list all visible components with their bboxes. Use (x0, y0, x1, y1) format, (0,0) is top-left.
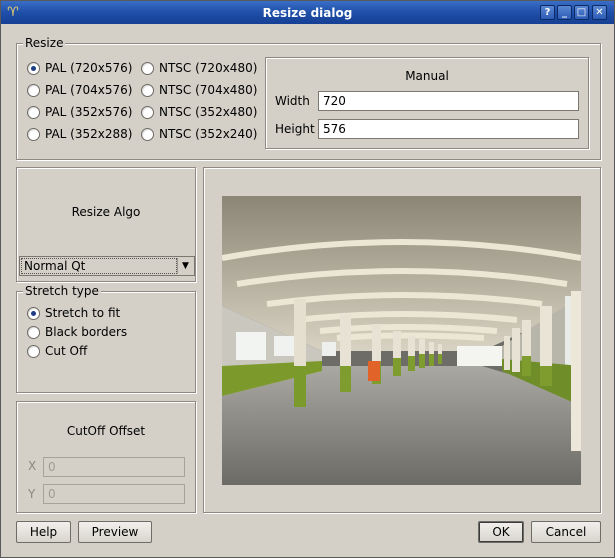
help-title-button[interactable]: ? (540, 5, 555, 20)
radio-ntsc-352x240[interactable]: NTSC (352x240) (141, 126, 257, 142)
radio-label: PAL (704x576) (45, 83, 133, 97)
radio-label: NTSC (704x480) (159, 83, 258, 97)
width-field[interactable]: 720 (318, 91, 579, 111)
cancel-button[interactable]: Cancel (531, 521, 601, 543)
resize-dialog-window: ♈ Resize dialog ? _ □ ✕ Resize PAL (720x… (0, 0, 615, 558)
resize-algo-select[interactable]: Normal Qt ▼ (19, 256, 195, 276)
ok-button[interactable]: OK (478, 521, 524, 543)
window-title: Resize dialog (262, 6, 353, 20)
radio-label: PAL (352x288) (45, 127, 133, 141)
minimize-button[interactable]: _ (557, 5, 572, 20)
radio-pal-720x576[interactable]: PAL (720x576) (27, 60, 132, 76)
radio-label: PAL (352x576) (45, 105, 133, 119)
radio-indicator[interactable] (141, 105, 154, 119)
cutoff-x-field[interactable]: 0 (43, 457, 185, 477)
radio-label: NTSC (352x480) (159, 105, 258, 119)
radio-label: Black borders (45, 325, 128, 339)
radio-indicator[interactable] (141, 83, 154, 97)
stretch-type-legend: Stretch type (23, 284, 101, 298)
radio-ntsc-352x480[interactable]: NTSC (352x480) (141, 104, 257, 120)
radio-indicator[interactable] (27, 344, 40, 358)
help-button[interactable]: Help (16, 521, 71, 543)
radio-stretch-to-fit[interactable]: Stretch to fit (27, 305, 120, 321)
radio-pal-352x288[interactable]: PAL (352x288) (27, 126, 132, 142)
radio-label: NTSC (352x240) (159, 127, 258, 141)
radio-label: NTSC (720x480) (159, 61, 258, 75)
height-label: Height (275, 122, 315, 136)
radio-indicator[interactable] (27, 83, 40, 97)
radio-label: PAL (720x576) (45, 61, 133, 75)
cutoff-offset-title: CutOff Offset (66, 424, 146, 438)
cutoff-y-field[interactable]: 0 (43, 484, 185, 504)
preview-image (222, 196, 581, 485)
preview-button[interactable]: Preview (78, 521, 152, 543)
radio-black-borders[interactable]: Black borders (27, 324, 127, 340)
radio-pal-704x576[interactable]: PAL (704x576) (27, 82, 132, 98)
radio-indicator[interactable] (27, 325, 40, 339)
resize-legend: Resize (23, 36, 66, 50)
warehouse-photo (222, 196, 581, 485)
maximize-button[interactable]: □ (574, 5, 589, 20)
height-field[interactable]: 576 (318, 119, 579, 139)
radio-pal-352x576[interactable]: PAL (352x576) (27, 104, 132, 120)
radio-label: Stretch to fit (45, 306, 121, 320)
chevron-down-icon[interactable]: ▼ (177, 258, 193, 274)
radio-indicator[interactable] (27, 127, 40, 141)
cutoff-x-label: X (28, 459, 37, 473)
radio-indicator[interactable] (27, 306, 40, 320)
radio-indicator[interactable] (141, 127, 154, 141)
radio-ntsc-720x480[interactable]: NTSC (720x480) (141, 60, 257, 76)
radio-indicator[interactable] (27, 61, 40, 75)
radio-cut-off[interactable]: Cut Off (27, 343, 87, 359)
width-label: Width (275, 94, 310, 108)
radio-ntsc-704x480[interactable]: NTSC (704x480) (141, 82, 257, 98)
resize-algo-title: Resize Algo (71, 205, 141, 219)
manual-title: Manual (405, 69, 449, 83)
radio-indicator[interactable] (141, 61, 154, 75)
radio-label: Cut Off (45, 344, 88, 358)
resize-algo-value: Normal Qt (21, 258, 177, 274)
radio-indicator[interactable] (27, 105, 40, 119)
cutoff-y-label: Y (28, 487, 36, 501)
title-bar[interactable]: ♈ Resize dialog ? _ □ ✕ (1, 1, 614, 24)
close-button[interactable]: ✕ (592, 5, 607, 20)
